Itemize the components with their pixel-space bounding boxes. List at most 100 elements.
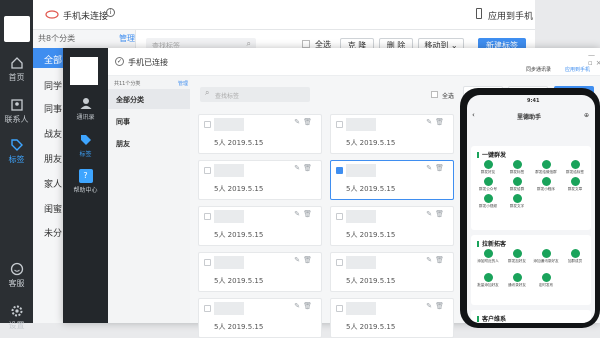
tag-card-checkbox[interactable]	[204, 121, 211, 128]
info-icon[interactable]: i	[106, 8, 115, 17]
edit-delete-icons[interactable]: ✎🗑	[294, 164, 315, 172]
feature-icon	[483, 273, 493, 282]
tag-card[interactable]: ✎🗑 5人 2019.5.15	[198, 206, 322, 246]
phone-feature-item[interactable]: 群发文字	[504, 194, 530, 209]
rail-tags[interactable]: 标签	[0, 138, 33, 165]
phone-feature-item[interactable]: 群发加好友	[504, 249, 530, 264]
tag-card-checkbox[interactable]	[204, 167, 211, 174]
phone-feature-item[interactable]: 群发给群	[504, 177, 530, 192]
front-rail-tags[interactable]: 标签	[63, 133, 108, 158]
front-manage-link[interactable]: 管理	[178, 80, 188, 87]
back-side-item[interactable]: 未分	[44, 226, 62, 239]
tag-card[interactable]: ✎🗑 5人 2019.5.15	[330, 206, 454, 246]
back-manage-link[interactable]: 管理	[119, 33, 135, 44]
back-side-item[interactable]: 闺蜜	[44, 202, 62, 215]
phone-feature-item[interactable]: 批量添加好友	[475, 273, 501, 288]
back-side-item[interactable]: 战友	[44, 127, 62, 140]
phone-feature-item[interactable]: 群发公众号	[475, 177, 501, 192]
phone-section-growth: 拉新拓客 添加附近的人 群发加好友 添加通讯录好友 加群成员 批量添加好友 通讯录好友 定时…	[471, 235, 591, 305]
back-apply-button[interactable]: 应用到手机	[488, 9, 533, 22]
tag-card-checkbox[interactable]	[336, 121, 343, 128]
tag-card-checkbox[interactable]	[336, 167, 343, 174]
tag-card[interactable]: ✎🗑 5人 2019.5.15	[198, 160, 322, 200]
window-controls[interactable]: —▫×	[588, 51, 600, 67]
tag-name-redacted	[346, 256, 376, 269]
front-status-text: 手机已连接	[128, 58, 168, 67]
front-rail-tags-label: 标签	[79, 151, 92, 158]
back-select-all-checkbox[interactable]	[302, 40, 310, 48]
front-side-item[interactable]: 同事	[116, 117, 130, 127]
rail-settings[interactable]: 设置	[0, 304, 33, 331]
back-side-item[interactable]: 朋友	[44, 152, 62, 165]
back-side-item[interactable]: 家人	[44, 177, 62, 190]
phone-feature-item[interactable]: 添加附近的人	[475, 249, 501, 264]
feature-icon	[541, 160, 551, 169]
edit-delete-icons[interactable]: ✎🗑	[294, 210, 315, 218]
edit-delete-icons[interactable]: ✎🗑	[294, 118, 315, 126]
phone-feature-item[interactable]: 群发好友	[475, 160, 501, 175]
check-circle-icon: ✓	[115, 57, 124, 66]
front-select-all-checkbox[interactable]	[431, 91, 438, 98]
back-avatar	[4, 16, 30, 42]
front-rail-help[interactable]: ? 帮助中心	[63, 169, 108, 194]
feature-icon	[512, 177, 522, 186]
tag-card-checkbox[interactable]	[336, 213, 343, 220]
tag-card[interactable]: ✎🗑 5人 2019.5.15	[198, 114, 322, 154]
phone-feature-item[interactable]: 加群成员	[562, 249, 588, 264]
rail-contacts[interactable]: 联系人	[0, 98, 33, 125]
phone-feature-item[interactable]: 群发给微信群	[533, 160, 559, 175]
tag-card[interactable]: ✎🗑 5人 2019.5.15	[330, 252, 454, 292]
back-side-item-all[interactable]: 全部	[44, 53, 62, 66]
rail-service-label: 客服	[8, 279, 25, 288]
tag-card-checkbox[interactable]	[336, 259, 343, 266]
tag-card-meta: 5人 2019.5.15	[346, 139, 396, 147]
tag-icon	[80, 135, 91, 145]
front-sync-button[interactable]: 同步通讯录	[526, 66, 551, 73]
tag-card[interactable]: ✎🗑 5人 2019.5.15	[330, 160, 454, 200]
phone-feature-item[interactable]: 添加通讯录好友	[533, 249, 559, 264]
tag-card[interactable]: ✎🗑 5人 2019.5.15	[330, 114, 454, 154]
front-side-item-all[interactable]: 全部分类	[108, 89, 190, 109]
tag-card-checkbox[interactable]	[204, 305, 211, 312]
tag-card-checkbox[interactable]	[336, 305, 343, 312]
edit-delete-icons[interactable]: ✎🗑	[294, 302, 315, 310]
tag-card[interactable]: ✎🗑 5人 2019.5.15	[198, 298, 322, 338]
front-apply-button[interactable]: 应用到手机	[565, 66, 590, 73]
phone-feature-item[interactable]: 通讯录好友	[504, 273, 530, 288]
tag-card[interactable]: ✎🗑 5人 2019.5.15	[198, 252, 322, 292]
rail-home[interactable]: 首页	[0, 56, 33, 83]
edit-delete-icons[interactable]: ✎🗑	[426, 256, 447, 264]
phone-feature-item[interactable]: 群发小视频	[475, 194, 501, 209]
phone-feature-item[interactable]: 群发文章	[562, 177, 588, 192]
front-side-item[interactable]: 朋友	[116, 139, 130, 149]
phone-feature-item[interactable]: 群发给标签	[562, 160, 588, 175]
tag-name-redacted	[346, 118, 376, 131]
edit-delete-icons[interactable]: ✎🗑	[426, 210, 447, 218]
edit-delete-icons[interactable]: ✎🗑	[294, 256, 315, 264]
feature-icon	[570, 160, 580, 169]
front-rail-contacts[interactable]: 通讯录	[63, 96, 108, 121]
edit-delete-icons[interactable]: ✎🗑	[426, 164, 447, 172]
phone-icon	[476, 8, 482, 19]
tag-name-redacted	[214, 164, 244, 177]
home-icon	[10, 57, 23, 69]
back-side-item[interactable]: 同事	[44, 102, 62, 115]
front-search-input[interactable]: ⌕ 查找标签	[200, 87, 310, 102]
edit-delete-icons[interactable]: ✎🗑	[426, 302, 447, 310]
tag-card-meta: 5人 2019.5.15	[214, 277, 264, 285]
search-icon: ⌕	[205, 88, 210, 97]
back-arrow-icon[interactable]: ‹	[472, 111, 475, 119]
phone-section-retention: 客户维系	[471, 310, 591, 323]
phone-screen: 9:41 ‹ 里德助手 ⊕ 一键群发 群发好友 群发标签 群发给微信群 群发给标签 群发…	[467, 95, 595, 323]
phone-feature-item[interactable]: 定时发布	[533, 273, 559, 288]
tag-card[interactable]: ✎🗑 5人 2019.5.15	[330, 298, 454, 338]
back-side-item[interactable]: 同学	[44, 79, 62, 92]
front-category-sidebar: 共11个分类 管理 全部分类 同事 朋友	[108, 76, 190, 323]
tag-card-checkbox[interactable]	[204, 259, 211, 266]
tag-card-checkbox[interactable]	[204, 213, 211, 220]
add-icon[interactable]: ⊕	[584, 112, 589, 119]
phone-feature-item[interactable]: 群发小程序	[533, 177, 559, 192]
phone-feature-item[interactable]: 群发标签	[504, 160, 530, 175]
edit-delete-icons[interactable]: ✎🗑	[426, 118, 447, 126]
rail-service[interactable]: 客服	[0, 262, 33, 289]
